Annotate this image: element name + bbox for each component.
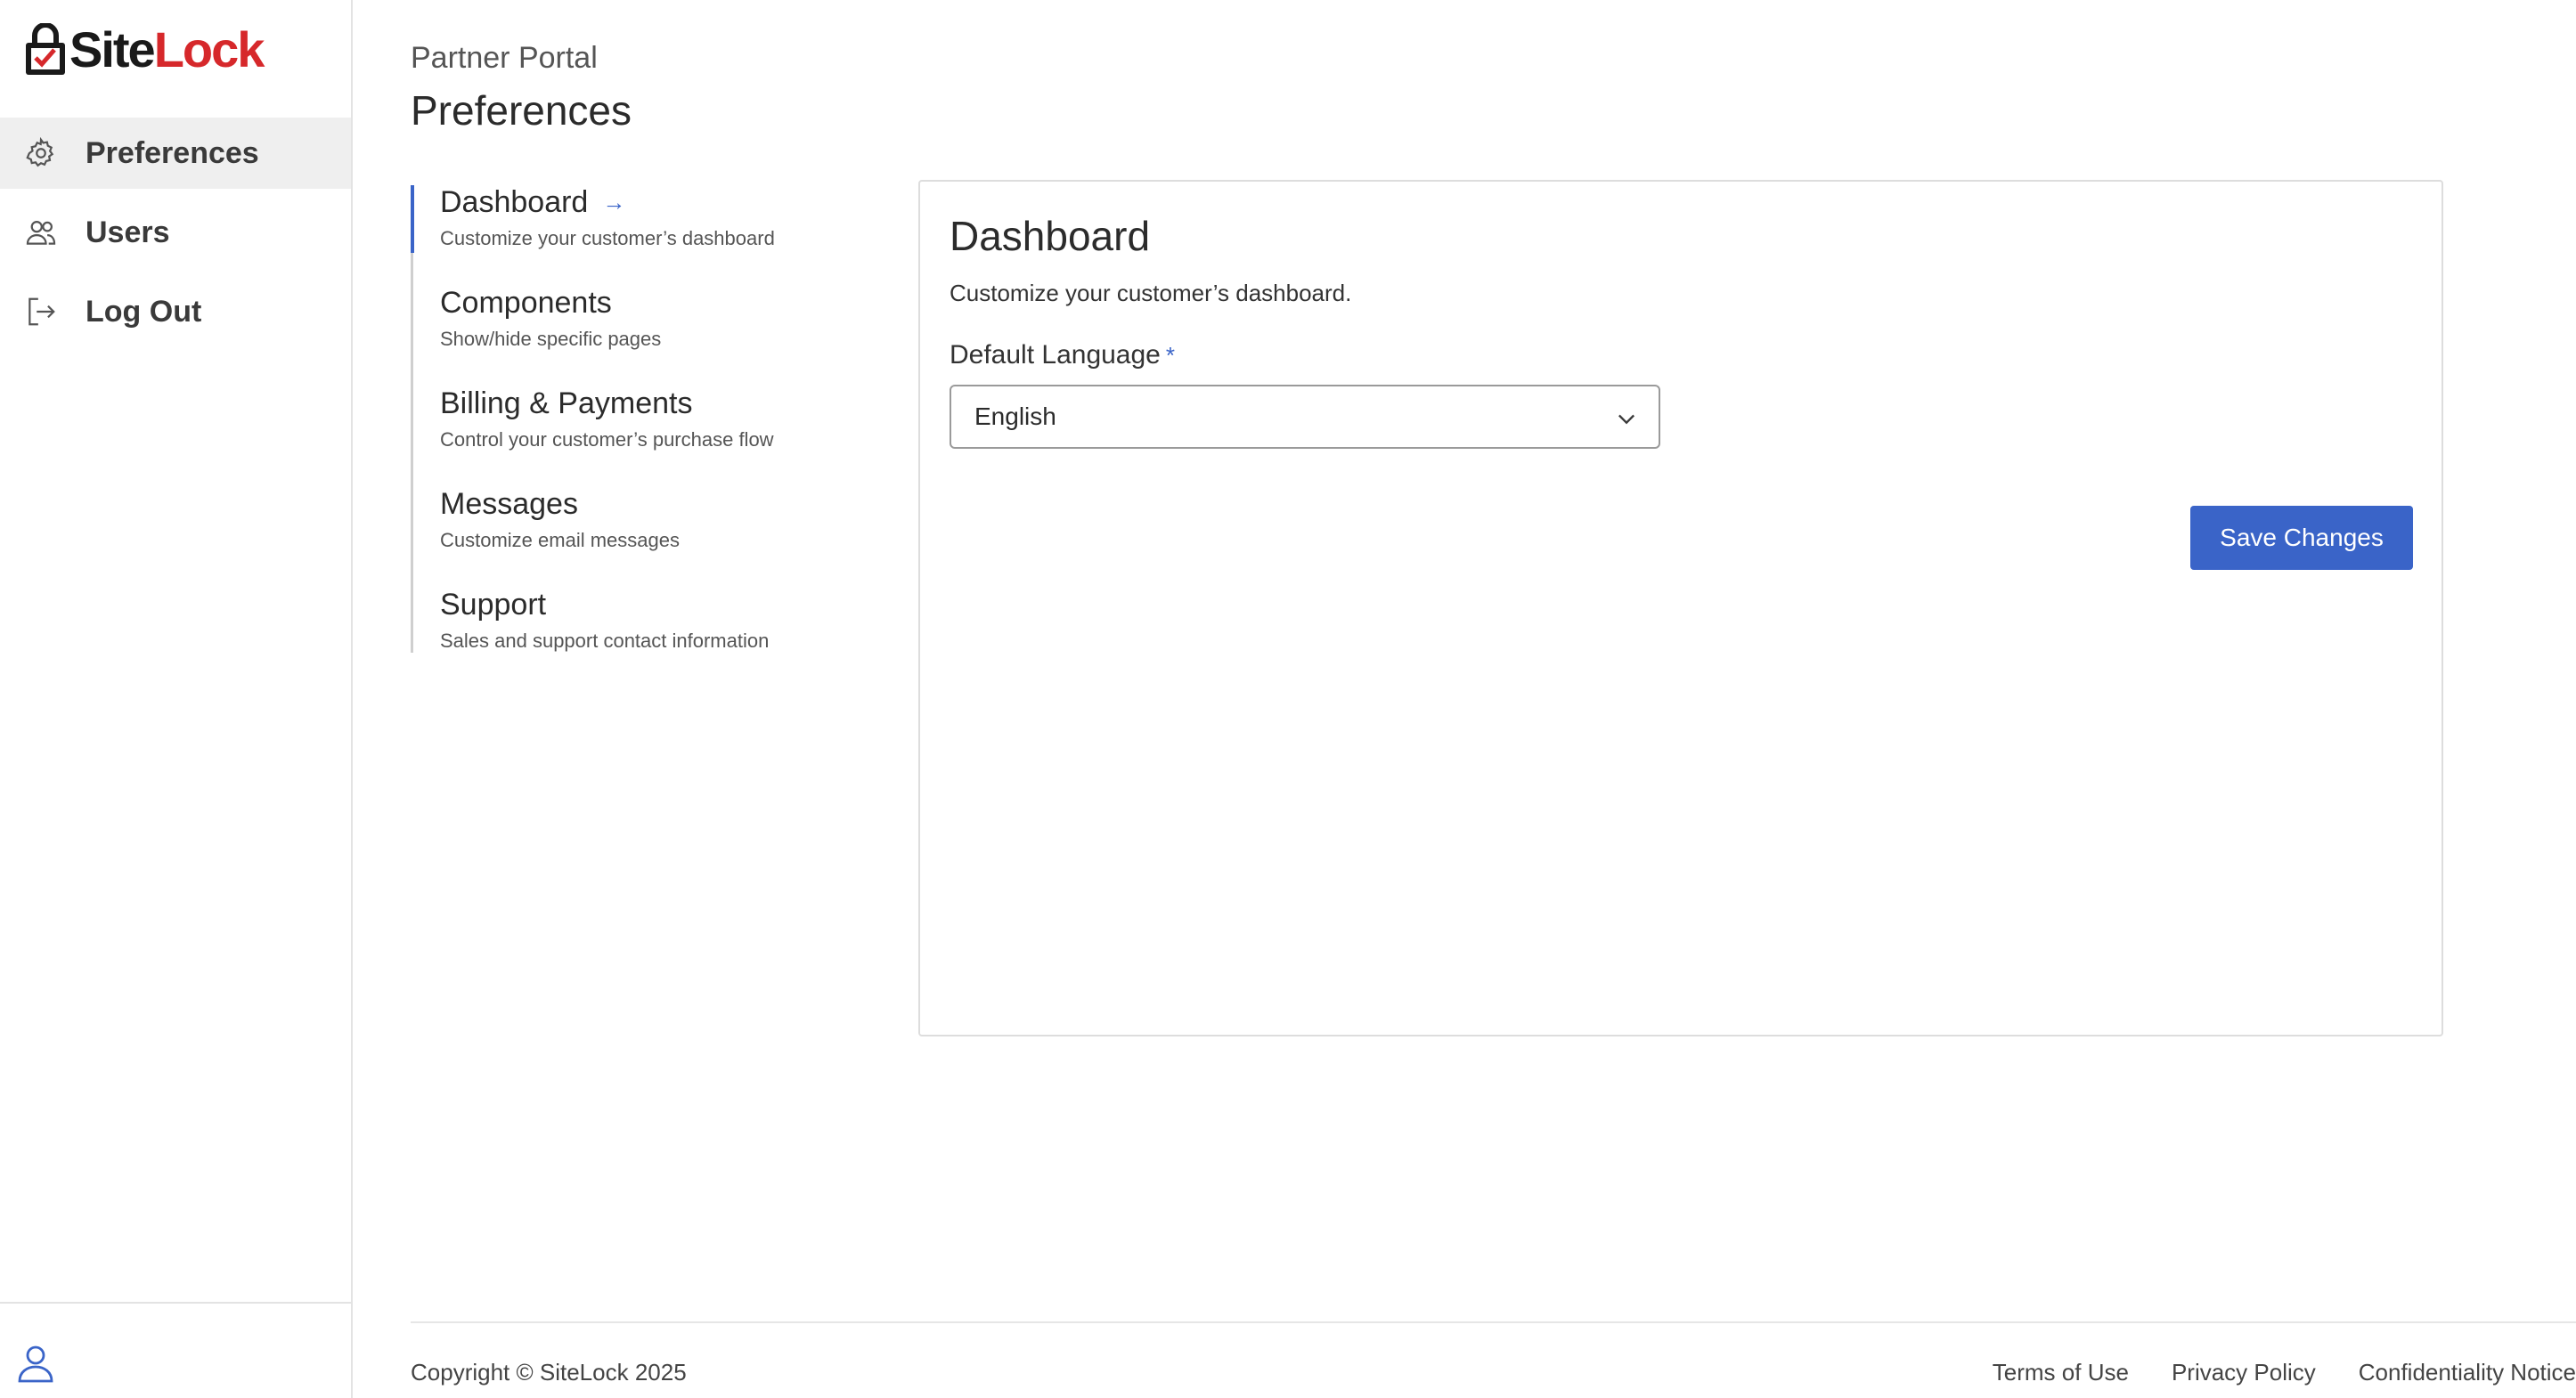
sitelock-logo[interactable]: SiteLock — [23, 21, 265, 78]
breadcrumb: Partner Portal — [411, 41, 598, 75]
page-title: Preferences — [411, 87, 632, 134]
subnav-title: Messages — [440, 487, 578, 521]
save-changes-button[interactable]: Save Changes — [2190, 506, 2413, 570]
subnav-title-row: Dashboard → — [440, 185, 838, 220]
subnav-item-messages[interactable]: Messages Customize email messages — [413, 487, 838, 552]
privacy-policy-link[interactable]: Privacy Policy — [2172, 1359, 2316, 1386]
panel-description: Customize your customer’s dashboard. — [950, 280, 1352, 306]
sidebar-item-users[interactable]: Users — [0, 197, 351, 268]
required-marker: * — [1165, 342, 1175, 369]
subnav-title: Components — [440, 286, 612, 320]
sidebar: SiteLock Preferences Users Log Out — [0, 0, 353, 1398]
sidebar-nav: Preferences Users Log Out — [0, 118, 351, 355]
subnav-item-components[interactable]: Components Show/hide specific pages — [413, 286, 838, 351]
sidebar-item-logout[interactable]: Log Out — [0, 276, 351, 347]
subnav-title: Billing & Payments — [440, 386, 693, 420]
dashboard-settings-panel: Dashboard Customize your customer’s dash… — [918, 180, 2443, 1036]
subnav-description: Control your customer’s purchase flow — [440, 428, 774, 451]
footer-divider — [411, 1321, 2576, 1323]
gear-icon — [23, 135, 59, 171]
preferences-subnav: Dashboard → Customize your customer’s da… — [411, 185, 838, 653]
app-root: SiteLock Preferences Users Log Out Partn… — [0, 0, 2576, 1398]
select-value: English — [974, 402, 1056, 430]
subnav-item-support[interactable]: Support Sales and support contact inform… — [413, 588, 838, 653]
arrow-right-icon: → — [602, 189, 626, 215]
users-icon — [23, 215, 59, 250]
sidebar-item-preferences[interactable]: Preferences — [0, 118, 351, 189]
sidebar-item-label: Log Out — [86, 294, 202, 329]
subnav-description: Customize your customer’s dashboard — [440, 227, 775, 249]
subnav-description: Sales and support contact information — [440, 630, 770, 652]
subnav-description: Show/hide specific pages — [440, 328, 662, 350]
chevron-down-icon — [1618, 414, 1634, 425]
logo-lock-text: Lock — [153, 21, 265, 77]
default-language-label: Default Language * — [950, 340, 1175, 370]
sidebar-item-label: Preferences — [86, 135, 259, 170]
sidebar-footer — [0, 1302, 351, 1398]
subnav-item-dashboard[interactable]: Dashboard → Customize your customer’s da… — [411, 185, 838, 253]
panel-title: Dashboard — [950, 213, 1151, 259]
lock-check-icon — [26, 23, 65, 75]
sidebar-item-label: Users — [86, 215, 170, 249]
confidentiality-notice-link[interactable]: Confidentiality Notice — [2359, 1359, 2576, 1386]
terms-of-use-link[interactable]: Terms of Use — [1993, 1359, 2129, 1386]
subnav-description: Customize email messages — [440, 529, 680, 551]
subnav-title: Support — [440, 588, 547, 622]
subnav-title: Dashboard — [440, 185, 589, 219]
logout-icon — [23, 294, 59, 329]
logo-site-text: Site — [69, 21, 156, 77]
default-language-select[interactable]: English — [950, 385, 1660, 449]
copyright-text: Copyright © SiteLock 2025 — [411, 1359, 687, 1386]
logo-wordmark: SiteLock — [69, 25, 265, 75]
field-label-text: Default Language — [950, 340, 1161, 370]
user-icon[interactable] — [14, 1341, 57, 1386]
footer-links: Terms of Use Privacy Policy Confidential… — [1993, 1359, 2576, 1386]
page-header: Partner Portal Preferences — [411, 41, 632, 134]
subnav-item-billing-payments[interactable]: Billing & Payments Control your customer… — [413, 386, 838, 451]
